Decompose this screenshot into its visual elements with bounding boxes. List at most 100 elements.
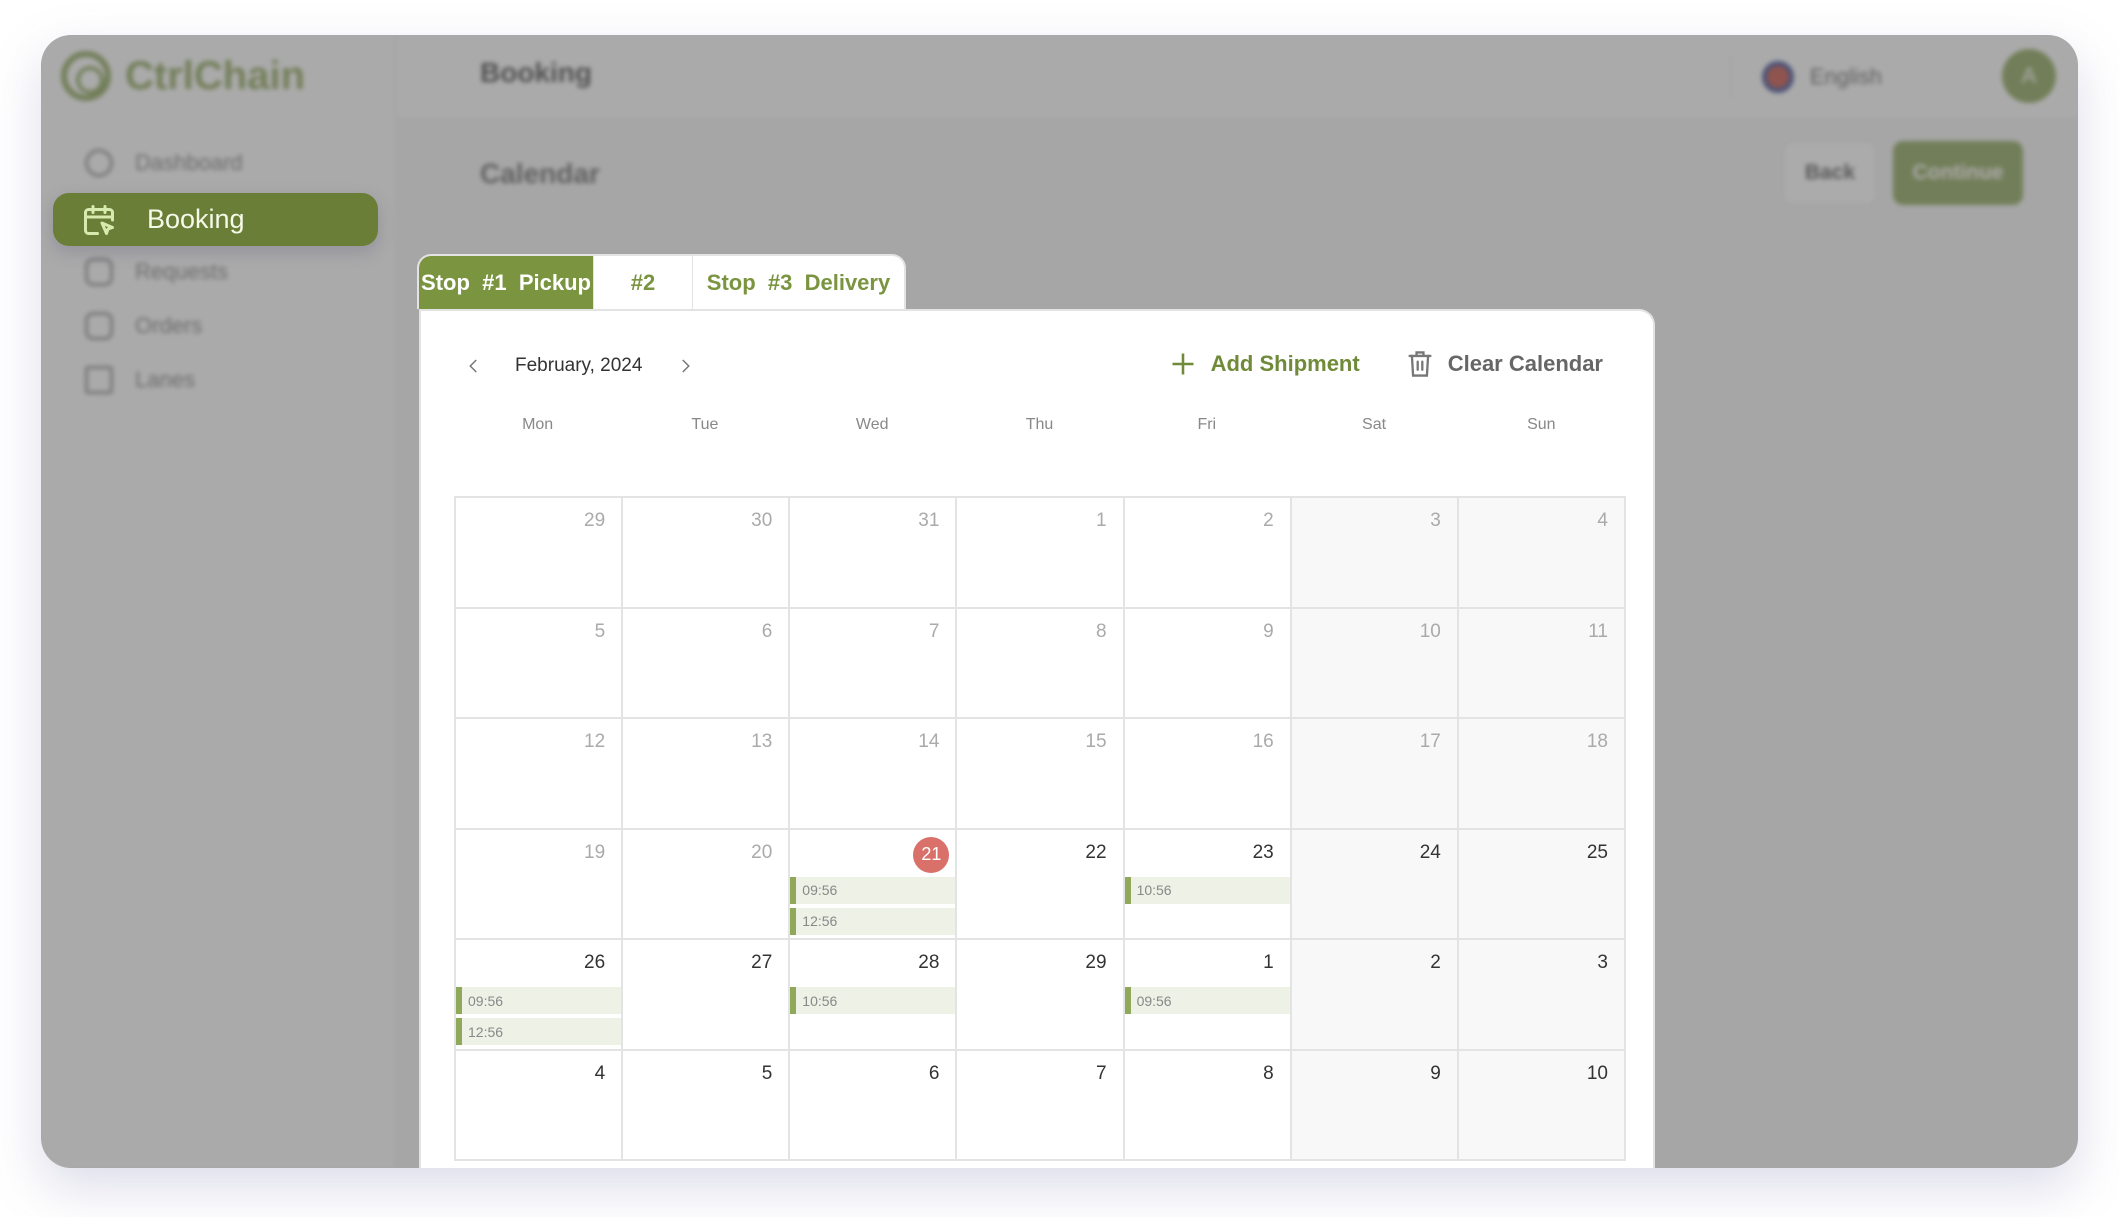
pickup-event[interactable]: 09:56	[1124, 987, 1290, 1014]
tab-stop-3-delivery[interactable]: Stop #3 Delivery	[693, 256, 904, 309]
day-cell[interactable]: 14	[790, 719, 958, 830]
day-cell[interactable]: 5	[623, 1050, 791, 1161]
day-cell[interactable]: 2	[1291, 940, 1459, 1051]
day-number: 29	[1085, 952, 1107, 973]
day-cell[interactable]: 29	[957, 940, 1125, 1051]
weekday-sat: Sat	[1362, 416, 1387, 433]
day-cell[interactable]: 13	[623, 719, 791, 830]
day-number: 29	[584, 510, 606, 531]
pickup-event[interactable]: 12:56	[456, 1018, 622, 1045]
day-number: 5	[761, 1062, 773, 1084]
stop-tabs: Stop #1 Pickup #2 Stop #3 Delivery	[417, 254, 906, 309]
day-number: 19	[584, 841, 606, 863]
day-cell[interactable]: 30	[623, 498, 791, 609]
day-number: 8	[1095, 620, 1107, 642]
day-cell[interactable]: 9	[1124, 608, 1292, 719]
day-cell[interactable]: 28 10:56	[790, 940, 958, 1051]
day-cell[interactable]: 8	[1124, 1050, 1292, 1161]
day-number: 14	[918, 731, 940, 752]
day-number: 18	[1586, 731, 1608, 752]
day-cell[interactable]: 29	[456, 498, 624, 609]
prev-month-button[interactable]	[459, 351, 489, 381]
day-cell[interactable]: 9	[1291, 1050, 1459, 1161]
day-number: 1	[1263, 952, 1274, 973]
next-month-button[interactable]	[670, 351, 700, 381]
day-cell[interactable]: 27	[623, 940, 791, 1051]
day-cell[interactable]: 19	[456, 829, 624, 940]
day-cell[interactable]: 3	[1458, 940, 1626, 1051]
day-cell[interactable]: 25	[1458, 829, 1626, 940]
day-number: 22	[1085, 841, 1107, 863]
day-number: 9	[1430, 1062, 1441, 1084]
month-navigator: February, 2024	[459, 351, 700, 381]
pickup-event[interactable]: 10:56	[790, 987, 956, 1014]
day-cell[interactable]: 11	[1458, 608, 1626, 719]
pickup-event[interactable]: 10:56	[1124, 876, 1290, 904]
day-cell[interactable]: 8	[957, 608, 1125, 719]
day-number: 4	[1597, 510, 1608, 531]
day-number: 15	[1085, 731, 1107, 752]
day-cell[interactable]: 5	[456, 608, 624, 719]
day-cell[interactable]: 2	[1124, 498, 1292, 609]
day-cell[interactable]: 3	[1291, 498, 1459, 609]
day-cell[interactable]: 31	[790, 498, 958, 609]
day-cell[interactable]: 1	[957, 498, 1125, 609]
day-number: 20	[751, 841, 773, 863]
day-cell[interactable]: 15	[957, 719, 1125, 830]
tab-stop-1-pickup[interactable]: Stop #1 Pickup	[419, 256, 594, 309]
day-cell[interactable]: 23 10:56	[1124, 829, 1292, 940]
day-number: 23	[1252, 841, 1274, 863]
day-number: 26	[584, 952, 606, 973]
day-cell[interactable]: 20	[623, 829, 791, 940]
day-cell[interactable]: 24	[1291, 829, 1459, 940]
sidebar-item-booking[interactable]: Booking	[53, 193, 378, 246]
clear-calendar-label: Clear Calendar	[1447, 351, 1603, 376]
weekday-sun: Sun	[1527, 416, 1556, 433]
day-number: 5	[594, 620, 606, 642]
pickup-event[interactable]: 09:56	[456, 987, 622, 1014]
day-cell[interactable]: 6	[623, 608, 791, 719]
pickup-event[interactable]: 09:56	[790, 876, 956, 904]
day-cell[interactable]: 10	[1458, 1050, 1626, 1161]
day-cell[interactable]: 7	[957, 1050, 1125, 1161]
day-cell[interactable]: 17	[1291, 719, 1459, 830]
day-cell[interactable]: 22	[957, 829, 1125, 940]
tab-stop-2[interactable]: #2	[594, 256, 693, 309]
event-list: 09:56	[1124, 987, 1290, 1014]
event-list: 10:56	[790, 987, 956, 1014]
day-cell[interactable]: 4	[1458, 498, 1626, 609]
day-cell[interactable]: 16	[1124, 719, 1292, 830]
calendar-grid: 29 30 31 1 2 3 4 5 6 7 8 9 10 11 12 13 14 15 16 17 18 19 20 21 0…	[454, 496, 1626, 1161]
day-cell[interactable]: 6	[790, 1050, 958, 1161]
day-cell[interactable]: 18	[1458, 719, 1626, 830]
day-cell[interactable]: 10	[1291, 608, 1459, 719]
day-cell[interactable]: 12	[456, 719, 624, 830]
day-cell[interactable]: 26 09:56 12:56	[456, 940, 624, 1051]
weekday-fri: Fri	[1197, 416, 1217, 433]
day-number: 8	[1263, 1062, 1274, 1084]
trash-icon	[1408, 351, 1432, 377]
calendar-booking-icon	[84, 204, 114, 235]
plus-icon	[1172, 353, 1194, 375]
day-cell[interactable]: 4	[456, 1050, 624, 1161]
clear-calendar-button[interactable]: Clear Calendar	[1406, 349, 1603, 379]
chevron-left-icon	[469, 359, 477, 373]
day-number: 4	[594, 1062, 606, 1084]
day-number: 2	[1263, 510, 1274, 531]
day-number: 9	[1263, 620, 1274, 642]
day-number: 3	[1597, 952, 1608, 973]
day-cell[interactable]: 21 09:56 12:56	[790, 829, 958, 940]
day-number: 7	[928, 620, 940, 642]
day-cell[interactable]: 7	[790, 608, 958, 719]
event-list: 10:56	[1124, 876, 1290, 904]
day-number: 10	[1419, 620, 1441, 642]
day-number: 3	[1430, 510, 1441, 531]
day-number: 11	[1588, 620, 1608, 642]
pickup-event[interactable]: 12:56	[790, 907, 956, 935]
day-number: 31	[918, 510, 940, 531]
day-cell[interactable]: 1 09:56	[1124, 940, 1292, 1051]
add-shipment-button[interactable]: Add Shipment	[1169, 349, 1360, 379]
app-window: CtrlChain Dashboard Requests Orders Lane…	[41, 35, 2078, 1168]
weekday-mon: Mon	[522, 416, 554, 433]
screen: CtrlChain Dashboard Requests Orders Lane…	[0, 0, 2119, 1217]
